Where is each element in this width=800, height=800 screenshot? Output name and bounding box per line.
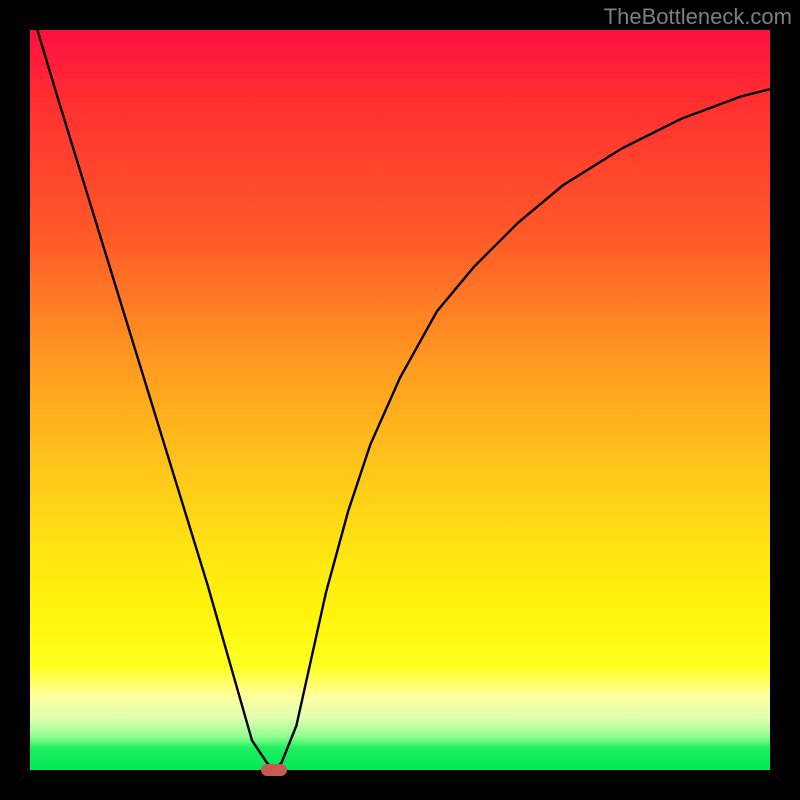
minimum-marker — [261, 764, 287, 776]
plot-area — [30, 30, 770, 770]
watermark-text: TheBottleneck.com — [604, 4, 792, 30]
curve-path — [37, 30, 770, 770]
curve-svg — [30, 30, 770, 770]
chart-frame: TheBottleneck.com — [0, 0, 800, 800]
